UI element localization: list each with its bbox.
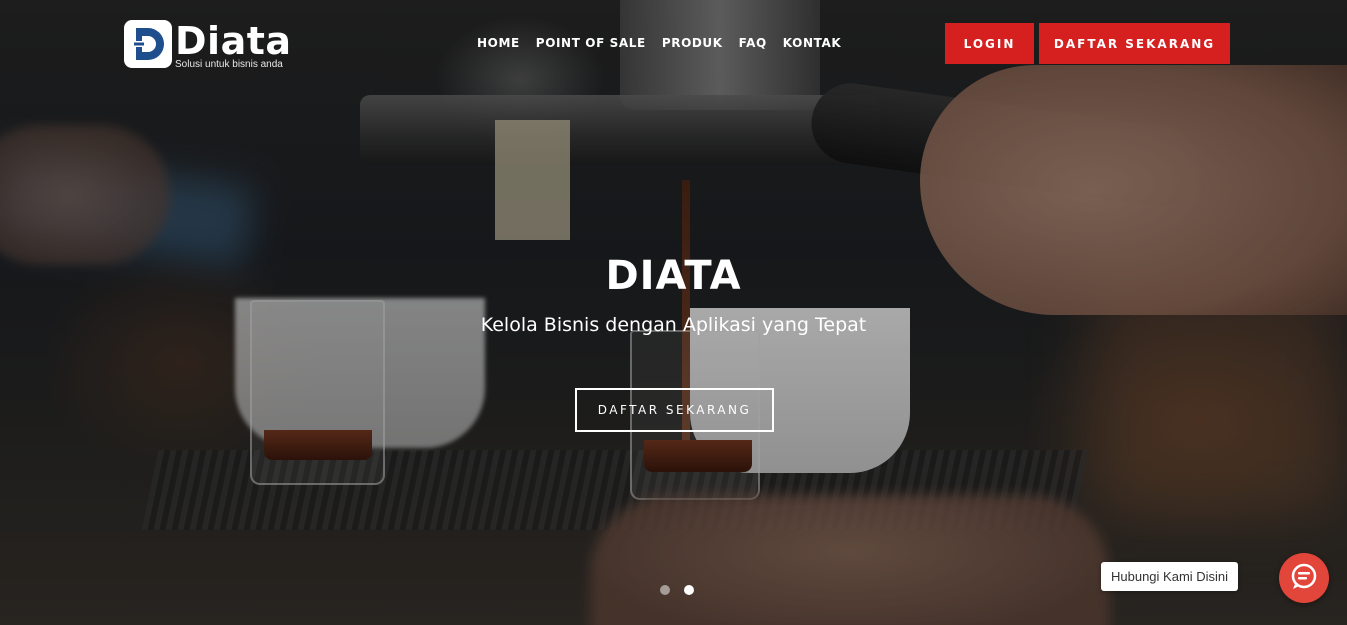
chat-bubbles-icon bbox=[1289, 561, 1319, 595]
hero-register-button[interactable]: DAFTAR SEKARANG bbox=[575, 388, 774, 432]
chat-label[interactable]: Hubungi Kami Disini bbox=[1101, 562, 1239, 591]
logo-text: Diata Solusi untuk bisnis anda bbox=[175, 20, 292, 70]
nav-item-point-of-sale[interactable]: POINT OF SALE bbox=[536, 36, 646, 50]
slider-pagination bbox=[660, 585, 694, 595]
hero-background bbox=[0, 0, 1347, 625]
logo-mark-icon bbox=[124, 20, 172, 68]
chat-button[interactable] bbox=[1279, 553, 1329, 603]
nav-item-faq[interactable]: FAQ bbox=[739, 36, 767, 50]
login-button[interactable]: LOGIN bbox=[945, 23, 1034, 64]
hero-title: DIATA bbox=[605, 253, 742, 299]
hero-subtitle: Kelola Bisnis dengan Aplikasi yang Tepat bbox=[480, 314, 867, 336]
nav-item-kontak[interactable]: KONTAK bbox=[783, 36, 841, 50]
register-button[interactable]: DAFTAR SEKARANG bbox=[1039, 23, 1230, 64]
nav-item-home[interactable]: HOME bbox=[477, 36, 520, 50]
nav-item-produk[interactable]: PRODUK bbox=[662, 36, 723, 50]
main-nav: HOME POINT OF SALE PRODUK FAQ KONTAK bbox=[477, 36, 857, 50]
brand-tagline: Solusi untuk bisnis anda bbox=[175, 59, 283, 70]
slider-dot-1[interactable] bbox=[660, 585, 670, 595]
brand-logo[interactable]: Diata Solusi untuk bisnis anda bbox=[124, 20, 292, 72]
hero-overlay bbox=[0, 0, 1347, 625]
brand-name: Diata bbox=[175, 19, 292, 63]
slider-dot-2[interactable] bbox=[684, 585, 694, 595]
